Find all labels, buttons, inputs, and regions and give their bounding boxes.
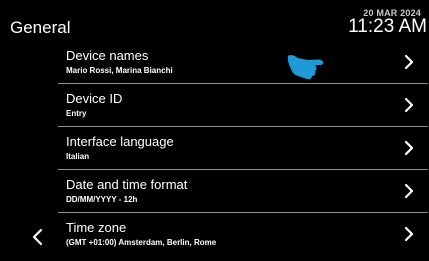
chevron-right-icon <box>404 183 414 199</box>
chevron-right-icon <box>404 226 414 242</box>
settings-list: Device names Mario Rossi, Marina Bianchi… <box>58 41 428 255</box>
page-title: General <box>10 18 71 37</box>
chevron-right-icon <box>404 54 414 70</box>
setting-label: Interface language <box>66 134 174 149</box>
setting-row-date-time-format[interactable]: Date and time format DD/MM/YYYY - 12h <box>58 170 428 213</box>
setting-value: Mario Rossi, Marina Bianchi <box>66 66 173 75</box>
setting-value: (GMT +01:00) Amsterdam, Berlin, Rome <box>66 238 217 247</box>
setting-label: Device names <box>66 48 149 63</box>
setting-row-time-zone[interactable]: Time zone (GMT +01:00) Amsterdam, Berlin… <box>58 213 428 255</box>
setting-row-interface-language[interactable]: Interface language Italian <box>58 127 428 170</box>
setting-row-device-id[interactable]: Device ID Entry <box>58 84 428 127</box>
setting-value: DD/MM/YYYY - 12h <box>66 195 138 204</box>
chevron-right-icon <box>404 97 414 113</box>
back-button[interactable] <box>30 226 46 248</box>
setting-row-device-names[interactable]: Device names Mario Rossi, Marina Bianchi <box>58 41 428 84</box>
header-bar: General 20 MAR 2024 11:23 AM <box>0 0 429 40</box>
setting-label: Device ID <box>66 91 123 106</box>
setting-label: Date and time format <box>66 177 188 192</box>
setting-label: Time zone <box>66 220 127 235</box>
chevron-right-icon <box>404 140 414 156</box>
pointing-hand-icon <box>287 54 324 80</box>
setting-value: Italian <box>66 152 90 161</box>
setting-value: Entry <box>66 109 87 118</box>
time-display: 11:23 AM <box>348 16 427 37</box>
